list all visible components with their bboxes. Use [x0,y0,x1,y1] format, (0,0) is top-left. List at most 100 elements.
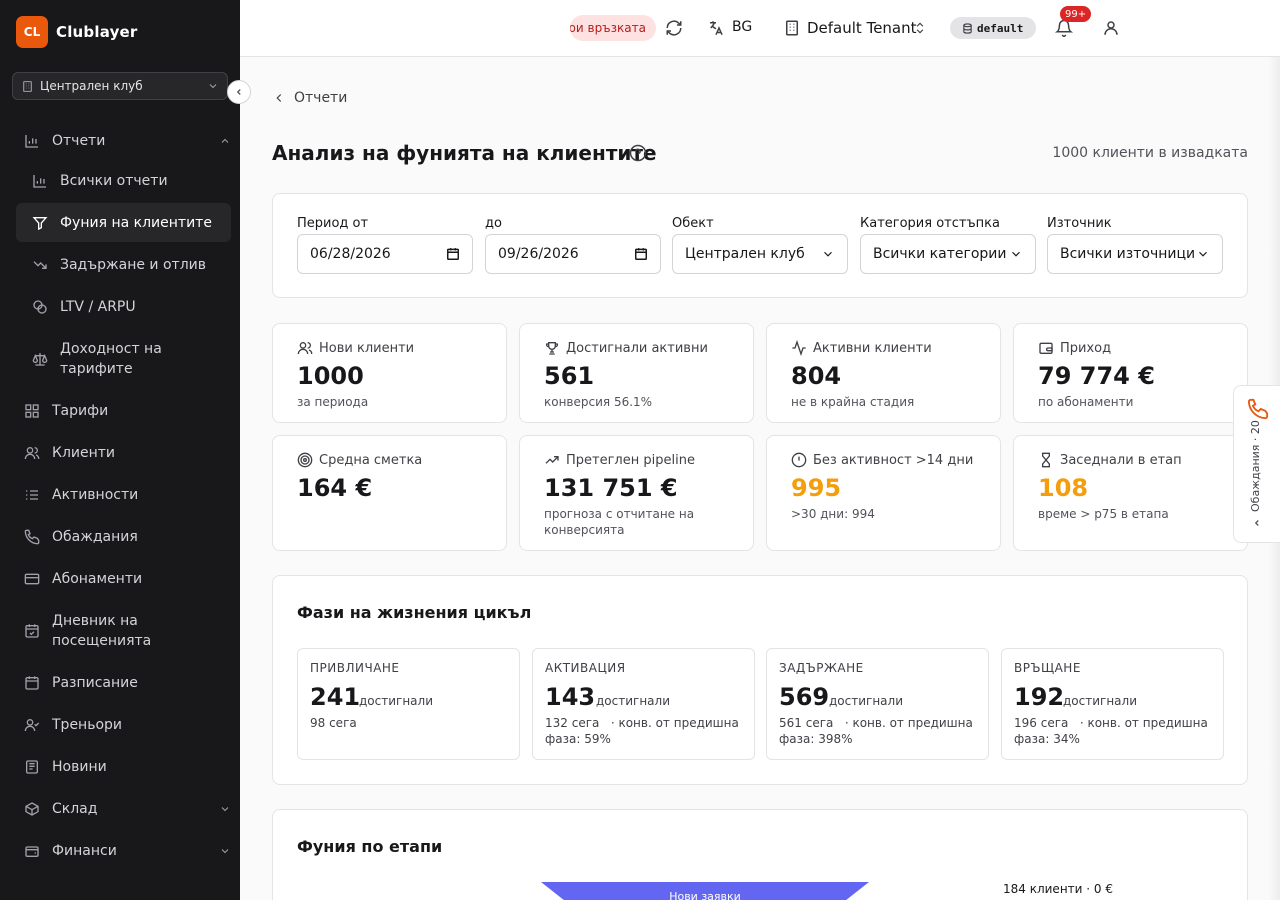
phase-name: ЗАДЪРЖАНЕ [779,661,864,675]
source-select-value: Всички източници [1060,246,1196,262]
phase-name: ВРЪЩАНЕ [1014,661,1081,675]
phone-icon [24,529,40,545]
phase-card-activation: АКТИВАЦИЯ 143 достигнали 132 сега · конв… [532,648,755,760]
kpi-label: Нови клиенти [319,340,415,356]
club-selector[interactable]: Централен клуб [12,72,228,100]
kpi-card-revenue: Приход 79 774 € по абонаменти [1013,323,1248,423]
tenant-badge: default [950,17,1036,39]
funnel-title: Фуния по етапи [297,837,443,856]
card-icon [24,573,40,585]
brand[interactable]: CL Clublayer [16,16,138,48]
sidebar-item-activities[interactable]: Активности [16,483,231,507]
wallet-icon [1039,342,1053,354]
chevron-down-icon [1199,251,1207,257]
period-to-label: до [485,216,502,231]
newspaper-icon [26,760,38,774]
target-icon [297,452,313,468]
sidebar-item-label: Финанси [52,843,117,859]
sidebar-item-calls[interactable]: Обаждания [16,525,231,549]
sidebar-item-label: Треньори [52,717,123,733]
calendar-check-icon [25,624,39,638]
trophy-icon [545,342,559,355]
sidebar-item-all-reports[interactable]: Всички отчети [16,169,231,193]
phase-details: 561 сега · конв. от предишна фаза: 398% [779,715,984,747]
sidebar-item-label: Задържане и отлив [60,257,206,273]
user-icon[interactable] [1102,19,1120,37]
tenant-selector[interactable]: Default Tenant [807,19,917,37]
kpi-value: 995 [791,474,842,502]
kpi-value: 108 [1038,474,1089,502]
kpi-label: Средна сметка [319,452,423,468]
connection-status-badge[interactable]: ри връзката [570,15,656,41]
sidebar-collapse-button[interactable] [227,80,251,104]
refresh-icon[interactable] [665,19,683,37]
sidebar-item-reports[interactable]: Отчети [16,129,231,153]
phase-value: 192 [1014,683,1065,711]
building-icon [23,80,32,92]
sidebar-item-subscriptions[interactable]: Абонаменти [16,567,231,591]
period-from-value: 06/28/2026 [310,246,391,262]
sidebar-item-customer-funnel[interactable]: Фуния на клиентите [16,203,231,242]
object-select[interactable]: Централен клуб [672,234,848,274]
activity-icon [792,340,806,356]
phase-reached-label: достигнали [359,694,433,708]
phase-reached-label: достигнали [829,694,903,708]
back-link[interactable]: Отчети [272,90,347,106]
phase-value: 143 [545,683,596,711]
header-blank-area [414,4,574,44]
sidebar-item-label-line2: посещенията [52,633,152,649]
grid-icon [25,404,39,418]
phase-details: 98 сега [310,715,515,731]
language-label[interactable]: BG [732,19,752,35]
phase-name: АКТИВАЦИЯ [545,661,626,675]
sidebar-item-finance[interactable]: Финанси [16,839,231,863]
sidebar-item-clients[interactable]: Клиенти [16,441,231,465]
coins-icon [33,300,47,314]
club-selector-value: Централен клуб [40,79,143,93]
trending-up-icon [545,456,559,464]
phase-details: 196 сега · конв. от предишна фаза: 34% [1014,715,1219,747]
brand-logo: CL [16,16,48,48]
sidebar-item-label: Тарифи [52,403,109,419]
top-bar: ри връзката BG Default Tenant default 99… [240,0,1280,57]
kpi-value: 79 774 € [1038,362,1155,390]
sidebar-item-label: LTV / ARPU [60,299,136,315]
period-to-input[interactable]: 09/26/2026 [485,234,661,274]
sidebar-item-schedule[interactable]: Разписание [16,671,231,695]
sidebar-item-news[interactable]: Новини [16,755,231,779]
period-to-value: 09/26/2026 [498,246,579,262]
kpi-label: Претеглен pipeline [566,452,695,468]
sidebar-item-visit-log[interactable]: Дневник на посещенията [16,610,231,652]
sidebar-item-trainers[interactable]: Треньори [16,713,231,737]
phase-now: 196 сега [1014,716,1069,730]
sidebar-item-label: Активности [52,487,139,503]
kpi-value: 131 751 € [544,474,678,502]
calendar-icon[interactable] [634,247,648,261]
bar-chart-icon [33,175,46,188]
sidebar-item-ltv-arpu[interactable]: LTV / ARPU [16,295,231,319]
chevron-up-icon [221,138,229,143]
chevron-down-icon [221,849,229,854]
period-from-input[interactable]: 06/28/2026 [297,234,473,274]
phase-now: 132 сега [545,716,600,730]
sidebar-item-tariff-profitability[interactable]: Доходност на тарифите [16,338,231,380]
help-circle-icon[interactable] [629,144,647,162]
language-icon[interactable] [707,19,725,37]
bar-chart-icon [25,135,38,148]
calendar-icon[interactable] [446,247,460,261]
sidebar-item-label: Новини [52,759,107,775]
phase-card-return: ВРЪЩАНЕ 192 достигнали 196 сега · конв. … [1001,648,1224,760]
sample-count: 1000 клиенти в извадката [1052,145,1248,161]
brand-name: Clublayer [56,23,138,41]
source-select[interactable]: Всички източници [1047,234,1223,274]
discount-category-select[interactable]: Всички категории [860,234,1036,274]
chevrons-up-down-icon[interactable] [913,21,927,35]
kpi-label: Достигнали активни [566,340,708,356]
sidebar-item-tariffs[interactable]: Тарифи [16,399,231,423]
sidebar-item-retention[interactable]: Задържане и отлив [16,253,231,277]
sidebar-item-warehouse[interactable]: Склад [16,797,231,821]
sidebar-item-label: Дневник на посещенията [52,611,151,651]
users-icon [297,342,313,355]
page-title: Анализ на фунията на клиентите [272,141,657,165]
calls-drawer-tab[interactable]: Обаждания · 20 [1233,385,1280,543]
